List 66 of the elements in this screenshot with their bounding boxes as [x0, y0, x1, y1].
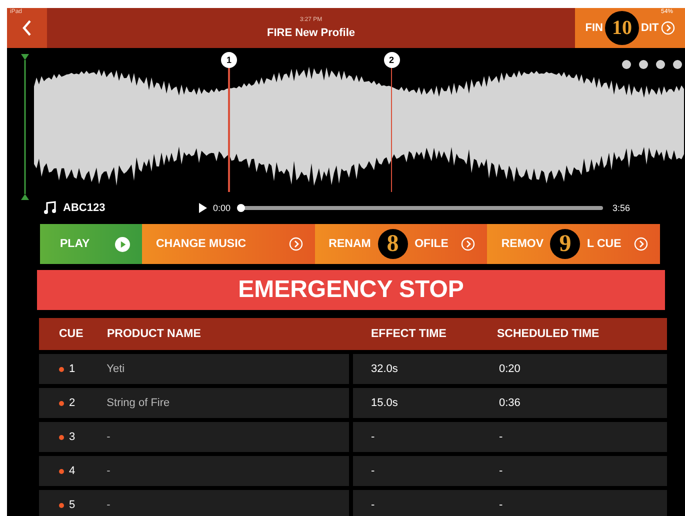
- cue-row-cell[interactable]: 4 -: [39, 456, 349, 486]
- emergency-stop-button[interactable]: EMERGENCY STOP: [37, 270, 665, 310]
- cue-marker-pin[interactable]: 2: [384, 52, 400, 68]
- cue-number: 2: [69, 397, 76, 409]
- cue-row-cell[interactable]: 2 String of Fire: [39, 388, 349, 418]
- product-name: -: [106, 431, 112, 443]
- cue-dot-icon: [59, 468, 64, 474]
- product-name: -: [106, 499, 112, 511]
- chevron-circle-icon: [634, 237, 648, 251]
- duration-time: 3:56: [612, 203, 630, 213]
- page-dot[interactable]: [639, 60, 648, 69]
- play-circle-icon: [115, 236, 130, 252]
- scheduled-time: -: [499, 465, 504, 477]
- time-row-cell[interactable]: 32.0s 0:20: [353, 354, 667, 384]
- effect-time: -: [370, 431, 376, 443]
- time-row-cell[interactable]: - -: [353, 490, 667, 516]
- callout-marker: 9: [550, 229, 580, 259]
- product-name: Yeti: [106, 363, 126, 375]
- cue-row-cell[interactable]: 3 -: [39, 422, 349, 452]
- chevron-circle-icon: [660, 21, 675, 35]
- time-row-cell[interactable]: - -: [353, 456, 667, 486]
- track-name: ABC123: [63, 202, 106, 214]
- column-header: SCHEDULED TIME: [497, 328, 600, 340]
- elapsed-time: 0:00: [213, 203, 231, 213]
- callout-marker: 10: [605, 11, 639, 45]
- cue-number: 5: [69, 499, 76, 511]
- scheduled-time: 0:20: [499, 363, 522, 375]
- cue-number: 3: [69, 431, 76, 443]
- back-chevron-icon: [22, 20, 32, 36]
- product-name: -: [106, 465, 112, 477]
- chevron-circle-icon: [288, 237, 303, 251]
- cue-dot-icon: [59, 434, 64, 440]
- column-header: CUE: [58, 328, 84, 340]
- time-row-cell[interactable]: - -: [353, 422, 667, 452]
- action-button[interactable]: REMOV 9 L CUE: [487, 224, 660, 264]
- cue-dot-icon: [59, 502, 64, 508]
- profile-title: FIRE New Profile: [266, 27, 356, 39]
- music-note-icon: [43, 201, 57, 215]
- page-dot[interactable]: [673, 60, 682, 69]
- cue-number: 1: [69, 363, 76, 375]
- cue-row-cell[interactable]: 5 -: [39, 490, 349, 516]
- scheduled-time: 0:36: [499, 397, 522, 409]
- effect-time: 32.0s: [370, 363, 399, 375]
- cue-dot-icon: [59, 400, 64, 406]
- play-icon[interactable]: [199, 203, 207, 213]
- cue-dot-icon: [59, 366, 64, 372]
- scheduled-time: -: [499, 499, 504, 511]
- chevron-circle-icon: [461, 237, 476, 251]
- action-button[interactable]: RENAM 8 OFILE: [314, 224, 488, 264]
- page-dot[interactable]: [622, 60, 631, 69]
- product-name: String of Fire: [106, 397, 171, 409]
- cue-marker-pin[interactable]: 1: [221, 52, 237, 68]
- range-handle-drawing[interactable]: [20, 52, 30, 202]
- column-header: EFFECT TIME: [370, 328, 448, 340]
- effect-time: -: [370, 499, 376, 511]
- column-header: PRODUCT NAME: [107, 328, 202, 340]
- time-row-cell[interactable]: 15.0s 0:36: [353, 388, 667, 418]
- progress-thumb[interactable]: [236, 204, 245, 212]
- cue-row-cell[interactable]: 1 Yeti: [39, 354, 349, 384]
- back-button[interactable]: [7, 8, 47, 48]
- callout-marker: 8: [378, 229, 408, 259]
- scheduled-time: -: [499, 431, 504, 443]
- cue-number: 4: [69, 465, 76, 477]
- effect-time: 15.0s: [370, 397, 399, 409]
- page-dot[interactable]: [656, 60, 665, 69]
- effect-time: -: [370, 465, 376, 477]
